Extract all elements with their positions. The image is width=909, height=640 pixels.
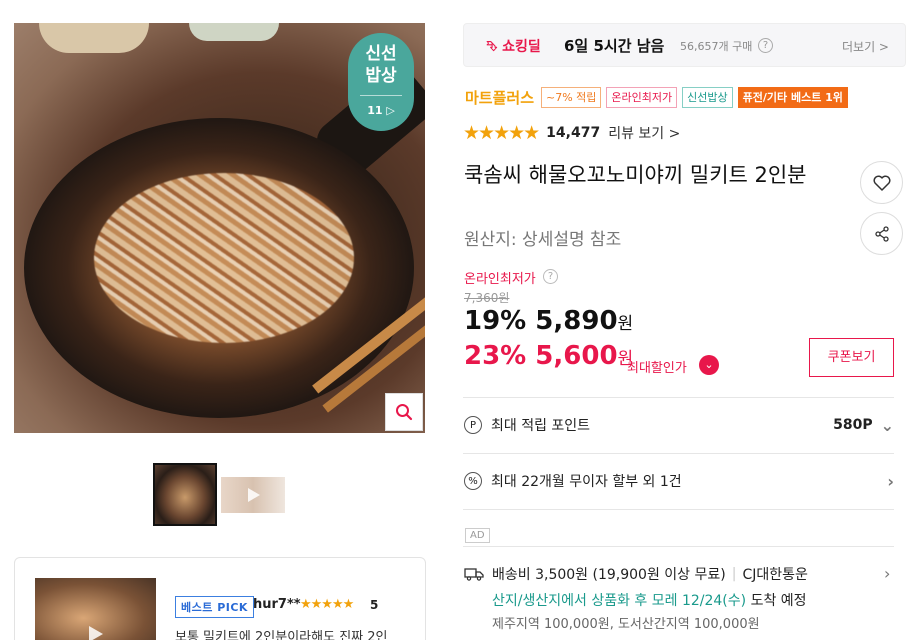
truck-icon [464,568,484,581]
points-icon: P [464,416,482,434]
sauce-bowl [39,23,149,53]
thumbnail-image-1[interactable] [153,463,217,526]
side-bowl [189,23,279,41]
wishlist-button[interactable] [860,161,903,204]
tag-fresh-table: 신선밥상 [682,87,733,108]
chevron-right-icon[interactable]: › [884,564,890,583]
deal-logo-text: 쇼킹딜 [502,39,541,55]
installment-chevron-wrap: › [887,472,894,491]
max-discount-rate: 23% [464,341,527,371]
review-count: 14,477 [546,125,601,141]
chevron-down-icon[interactable]: ⌄ [881,416,894,435]
share-icon [874,225,889,242]
product-main-image[interactable]: 신선 밥상 11 ▷ [14,23,425,433]
chevron-right-icon[interactable]: › [887,472,894,491]
shipping-date: 산지/생산지에서 상품화 후 모레 12/24(수) 도착 예정 [492,590,807,610]
coupon-button[interactable]: 쿠폰보기 [809,338,894,377]
shipping-fee: 배송비 3,500원 (19,900원 이상 무료) [492,567,726,583]
deal-logo-icon: ⮷ [486,39,498,55]
brand-name[interactable]: 마트플러스 [465,87,534,108]
rating-row: ★★★★★ 14,477 리뷰 보기 > [463,122,680,144]
installment-label: 최대 22개월 무이자 할부 외 1건 [491,474,682,490]
divider [463,509,894,510]
sale-price-value: 5,890 [535,306,618,336]
badge-sub-text: 11 [367,104,383,117]
price-unit: 원 [617,314,634,334]
play-icon [89,626,103,640]
sale-price: 19% 5,890원 [464,306,633,336]
product-origin: 원산지: 상세설명 참조 [464,230,622,250]
max-discount-value: 5,600 [535,341,618,371]
search-icon [396,404,413,421]
max-discount-label[interactable]: 최대할인가 [627,357,687,376]
points-value-wrap: 580P ⌄ [833,416,894,435]
shipping-carrier: CJ대한통운 [742,567,808,583]
rating-stars: ★★★★★ [463,122,540,144]
badge-sub: 11 ▷ [360,95,402,122]
separator: | [731,566,737,582]
zoom-button[interactable] [385,393,423,431]
installment-row[interactable]: % 최대 22개월 무이자 할부 외 1건 › [464,469,894,493]
best-review-card[interactable]: 베스트 PICK hur7** ★★★★★ 5 보통 밀키트에 2인분이라해도 … [14,557,426,640]
share-button[interactable] [860,212,903,255]
review-text: 보통 밀키트에 2인분이라해도 진짜 2인 [175,630,388,640]
shocking-deal-bar: ⮷ 쇼킹딜 6일 5시간 남음 56,657개 구매 ? 더보기 > [463,23,906,67]
deal-more-link[interactable]: 더보기 > [842,38,889,55]
shipping-row[interactable]: 배송비 3,500원 (19,900원 이상 무료) | CJ대한통운 › [464,564,890,584]
reviewer-name: hur7** [253,597,301,612]
divider [463,453,894,454]
divider [463,546,894,547]
review-link[interactable]: 리뷰 보기 > [608,123,680,143]
best-pick-badge: 베스트 PICK [175,596,254,618]
badge-line-top: 신선 [365,44,397,64]
lowest-price-label: 온라인최저가 [464,272,536,287]
fresh-table-badge: 신선 밥상 11 ▷ [348,33,414,131]
help-icon[interactable]: ? [758,38,773,53]
review-score: 5 [370,598,379,612]
points-row[interactable]: P 최대 적립 포인트 580P ⌄ [464,413,894,437]
tag-row: 마트플러스 ~7% 적립 온라인최저가 신선밥상 퓨전/기타 베스트 1위 [465,87,848,108]
badge-line-bottom: 밥상 [365,66,397,86]
original-price: 7,360원 [464,291,510,305]
chevron-down-icon[interactable]: ⌄ [699,355,719,375]
shocking-deal-logo: ⮷ 쇼킹딜 [486,36,541,56]
deal-time-left: 6일 5시간 남음 [564,37,665,55]
percent-icon: % [464,472,482,490]
help-icon[interactable]: ? [543,269,558,284]
ad-badge: AD [465,528,490,543]
shipping-extra-fee: 제주지역 100,000원, 도서산간지역 100,000원 [492,617,760,632]
max-discount-price: 23% 5,600원 [464,341,633,371]
product-title: 쿡솜씨 해물오꼬노미야끼 밀키트 2인분 [464,163,807,187]
tag-points: ~7% 적립 [541,87,602,108]
thumbnail-video[interactable] [221,477,285,513]
shipping-date-suffix: 도착 예정 [750,593,807,609]
divider [463,397,894,398]
points-value: 580P [833,417,873,433]
points-label: 최대 적립 포인트 [491,418,591,434]
deal-purchase-count: 56,657개 구매 [680,40,753,53]
review-image[interactable] [35,578,156,640]
review-stars: ★★★★★ [300,597,354,612]
tag-lowest-price: 온라인최저가 [606,87,678,108]
shipping-date-highlight: 산지/생산지에서 상품화 후 모레 12/24(수) [492,593,747,609]
play-icon [248,488,260,502]
sale-rate: 19% [464,306,527,336]
tag-best-rank: 퓨전/기타 베스트 1위 [737,87,848,108]
heart-icon [873,175,890,191]
bonito-flakes [94,173,354,343]
